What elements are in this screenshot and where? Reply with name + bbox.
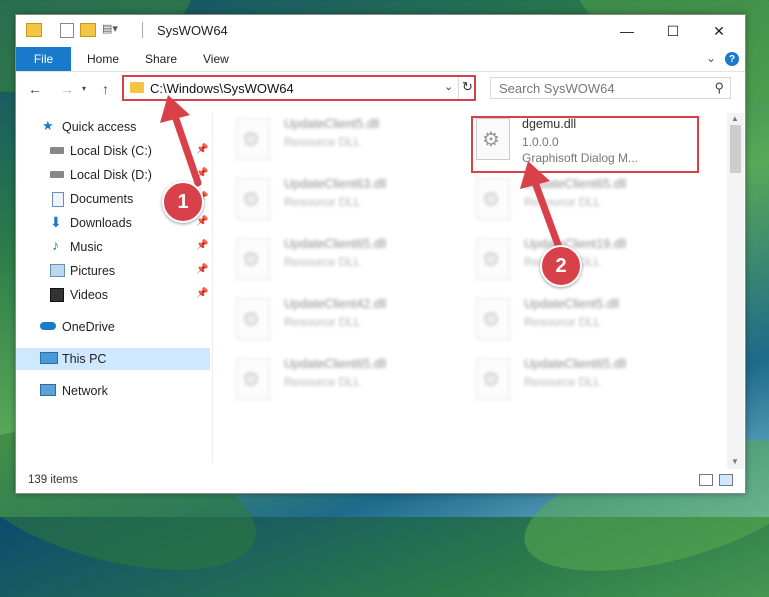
annotation-badge-2: 2 (540, 245, 582, 287)
explorer-window: ▤▾ SysWOW64 — ☐ ✕ File Home Share View ⌄… (15, 14, 746, 494)
annotation-badge-1: 1 (162, 181, 204, 223)
annotation-arrow-1 (160, 95, 565, 257)
